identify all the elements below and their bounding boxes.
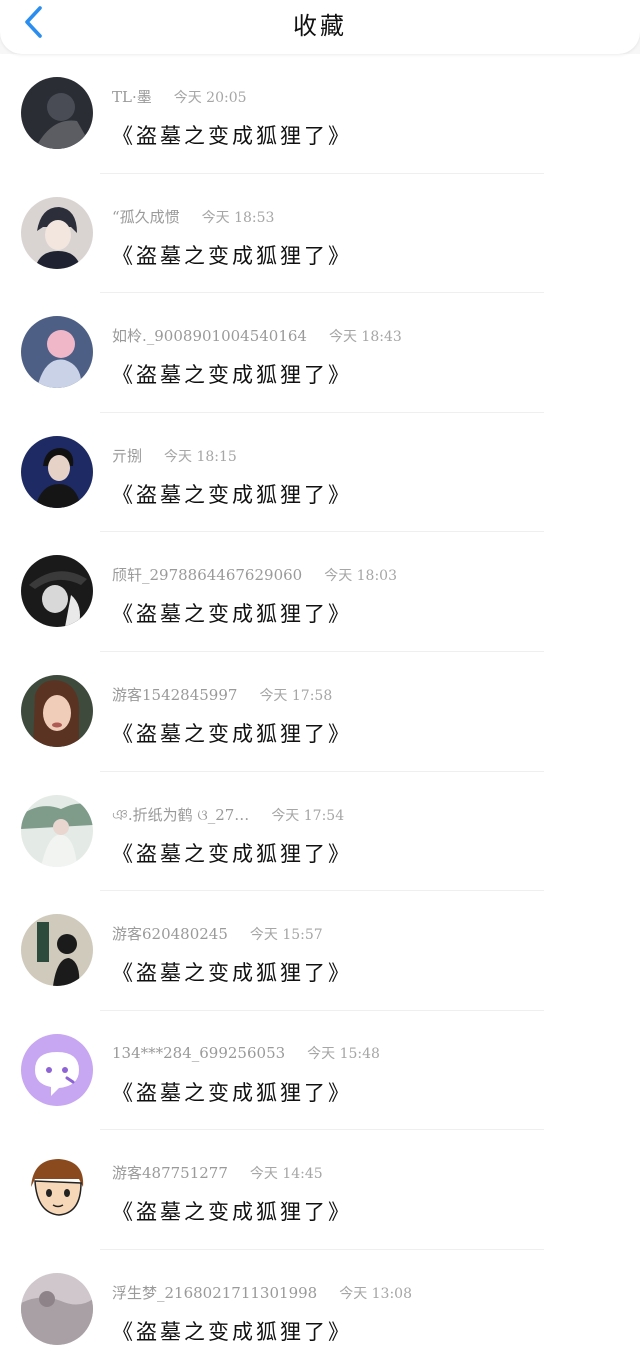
timestamp: 今天 18:03 [324, 568, 397, 585]
username: 134***284_699256053 [112, 1043, 286, 1062]
timestamp: 今天 18:43 [328, 329, 402, 346]
favorites-list: TL·墨 今天 20:05 《盗墓之变成狐狸了》 “孤久成惯 今天 18:53 《盗… [0, 54, 640, 1370]
book-title[interactable]: 《盗墓之变成狐狸了》 [112, 598, 352, 628]
avatar[interactable] [21, 1153, 93, 1226]
username: 如柃._9008901004540164 [112, 327, 307, 346]
timestamp: 今天 17:54 [271, 807, 345, 824]
list-item[interactable]: 游客487751277 今天 14:45 《盗墓之变成狐狸了》 [0, 1130, 640, 1250]
book-title[interactable]: 《盗墓之变成狐狸了》 [112, 1077, 352, 1107]
chat-bubble-icon [21, 1033, 93, 1106]
avatar[interactable] [21, 1033, 93, 1106]
username: TL·墨 [112, 88, 152, 106]
username: “孤久成惯 [112, 207, 180, 226]
book-title[interactable]: 《盗墓之变成狐狸了》 [112, 838, 352, 868]
timestamp: 今天 18:53 [201, 209, 275, 226]
username: 游客487751277 [112, 1164, 228, 1183]
list-item[interactable]: 浮生梦_2168021711301998 今天 13:08 《盗墓之变成狐狸了》 [0, 1249, 640, 1370]
timestamp: 今天 13:08 [339, 1285, 412, 1302]
avatar[interactable] [21, 674, 93, 747]
list-item[interactable]: 游客1542845997 今天 17:58 《盗墓之变成狐狸了》 [0, 651, 640, 772]
book-title[interactable]: 《盗墓之变成狐狸了》 [112, 359, 352, 389]
timestamp: 今天 15:48 [307, 1045, 380, 1062]
book-title[interactable]: 《盗墓之变成狐狸了》 [112, 479, 352, 509]
page-title: 收藏 [293, 12, 347, 40]
timestamp: 今天 15:57 [249, 927, 323, 944]
avatar[interactable] [21, 914, 93, 987]
list-item[interactable]: ঞ.折纸为鹤 ଓ_27… 今天 17:54 《盗墓之变成狐狸了》 [0, 771, 640, 892]
username: 亓捌 [112, 446, 143, 465]
avatar[interactable] [21, 555, 93, 628]
list-item[interactable]: 亓捌 今天 18:15 《盗墓之变成狐狸了》 [0, 412, 640, 533]
book-title[interactable]: 《盗墓之变成狐狸了》 [112, 957, 352, 987]
book-title[interactable]: 《盗墓之变成狐狸了》 [112, 120, 352, 150]
avatar[interactable] [21, 77, 93, 149]
list-item[interactable]: 134***284_699256053 今天 15:48 《盗墓之变成狐狸了》 [0, 1010, 640, 1131]
book-title[interactable]: 《盗墓之变成狐狸了》 [112, 718, 352, 748]
list-item[interactable]: TL·墨 今天 20:05 《盗墓之变成狐狸了》 [0, 54, 640, 174]
timestamp: 今天 17:58 [259, 687, 333, 704]
username: 颀轩_2978864467629060 [112, 566, 303, 585]
username: 游客1542845997 [112, 685, 238, 704]
book-title[interactable]: 《盗墓之变成狐狸了》 [112, 1196, 352, 1226]
username: 游客620480245 [112, 925, 228, 944]
list-item[interactable]: 颀轩_2978864467629060 今天 18:03 《盗墓之变成狐狸了》 [0, 532, 640, 652]
timestamp: 今天 18:15 [164, 448, 237, 465]
book-title[interactable]: 《盗墓之变成狐狸了》 [112, 240, 352, 270]
timestamp: 今天 20:05 [173, 90, 247, 106]
timestamp: 今天 14:45 [249, 1166, 323, 1183]
list-item[interactable]: 游客620480245 今天 15:57 《盗墓之变成狐狸了》 [0, 891, 640, 1011]
top-bar: 收藏 [0, 0, 640, 54]
list-item[interactable]: 如柃._9008901004540164 今天 18:43 《盗墓之变成狐狸了》 [0, 293, 640, 413]
username: ঞ.折纸为鹤 ଓ_27… [112, 805, 250, 824]
avatar[interactable] [21, 316, 93, 389]
username: 浮生梦_2168021711301998 [112, 1283, 318, 1302]
avatar[interactable] [21, 1272, 93, 1345]
book-title[interactable]: 《盗墓之变成狐狸了》 [112, 1316, 352, 1346]
avatar[interactable] [21, 794, 93, 867]
avatar[interactable] [21, 196, 93, 269]
avatar[interactable] [21, 435, 93, 508]
list-item[interactable]: “孤久成惯 今天 18:53 《盗墓之变成狐狸了》 [0, 173, 640, 294]
